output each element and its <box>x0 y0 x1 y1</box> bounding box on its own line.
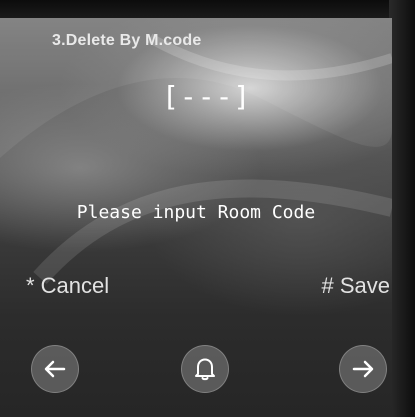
page-title: 3.Delete By M.code <box>52 32 202 49</box>
right-bezel <box>389 0 415 417</box>
display-screen: 3.Delete By M.code [---] Please input Ro… <box>0 18 392 417</box>
intercom-device: 3.Delete By M.code [---] Please input Ro… <box>0 0 415 417</box>
left-arrow-icon <box>44 360 66 378</box>
cancel-button[interactable]: * Cancel <box>26 273 109 299</box>
room-code-display: [---] <box>162 80 252 113</box>
save-button[interactable]: # Save <box>322 273 391 299</box>
back-button[interactable] <box>31 345 79 393</box>
top-bezel <box>0 0 415 20</box>
input-prompt: Please input Room Code <box>76 202 316 223</box>
bell-icon <box>195 358 215 381</box>
bell-button[interactable] <box>181 345 229 393</box>
next-button[interactable] <box>339 345 387 393</box>
right-arrow-icon <box>352 360 374 378</box>
